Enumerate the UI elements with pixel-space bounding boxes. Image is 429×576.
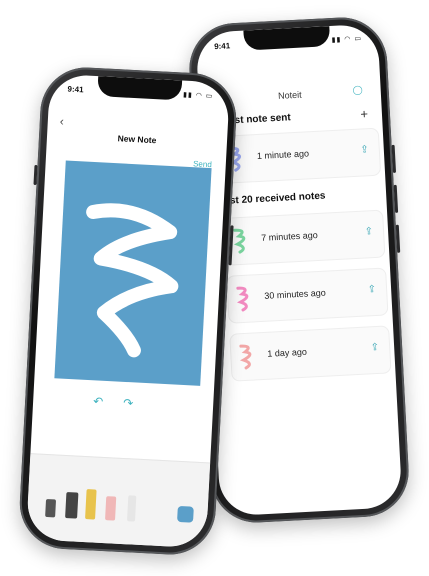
status-time: 9:41: [67, 84, 84, 95]
front-phone: 9:41 ▮▮ ◠ ▭ ‹ New Note Send ↶ ↷: [17, 65, 239, 557]
page-title: New Note: [117, 133, 157, 146]
pencil-tool-icon[interactable]: [85, 489, 97, 520]
mute-switch: [33, 164, 38, 186]
squiggle-thumbnail-icon: [236, 286, 249, 312]
list-item[interactable]: 1 day ago ⇪: [229, 325, 392, 382]
share-icon[interactable]: ⇪: [360, 144, 369, 155]
squiggle-thumbnail-icon: [233, 228, 246, 254]
tool-bar: [25, 453, 211, 549]
share-icon[interactable]: ⇪: [364, 226, 373, 237]
redo-icon[interactable]: ↷: [123, 396, 134, 411]
note-time: 30 minutes ago: [264, 287, 327, 301]
note-time: 1 day ago: [267, 346, 308, 359]
volume-button: [393, 184, 399, 213]
add-button[interactable]: +: [360, 106, 368, 121]
ruler-tool-icon[interactable]: [126, 495, 137, 522]
squiggle-thumbnail-icon: [239, 344, 252, 370]
list-item[interactable]: 1 minute ago ⇪: [218, 127, 382, 184]
signal-icon: ▮▮ ◠ ▭: [182, 91, 214, 101]
drawing-stroke: [86, 203, 179, 358]
received-section-title: Last 20 received notes: [218, 190, 326, 208]
signal-icon: ▮▮ ◠ ▭: [331, 35, 363, 44]
status-time: 9:41: [213, 41, 231, 52]
eraser-tool-icon[interactable]: [105, 496, 117, 521]
back-icon[interactable]: ‹: [59, 114, 64, 128]
drawing-canvas[interactable]: [54, 160, 212, 386]
marker-tool-icon[interactable]: [45, 498, 57, 518]
note-time: 7 minutes ago: [261, 229, 319, 243]
undo-icon[interactable]: ↶: [93, 394, 104, 409]
front-screen: 9:41 ▮▮ ◠ ▭ ‹ New Note Send ↶ ↷: [25, 73, 231, 549]
volume-button: [395, 224, 401, 253]
list-item[interactable]: 7 minutes ago ⇪: [223, 209, 386, 266]
share-icon[interactable]: ⇪: [367, 284, 376, 295]
notch: [97, 76, 183, 101]
share-icon[interactable]: ⇪: [370, 342, 379, 353]
list-item[interactable]: 30 minutes ago ⇪: [226, 267, 389, 324]
pen-tool-icon[interactable]: [65, 492, 79, 519]
user-icon[interactable]: ◯: [352, 84, 363, 96]
notch: [243, 26, 331, 51]
volume-button: [391, 144, 397, 173]
note-time: 1 minute ago: [256, 148, 310, 162]
color-picker-button[interactable]: [177, 505, 194, 523]
